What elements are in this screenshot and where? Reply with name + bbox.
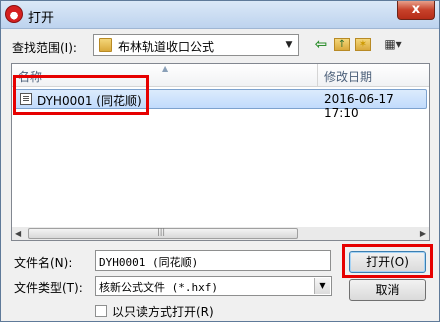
highlight-box-open bbox=[342, 244, 433, 278]
look-in-label: 查找范围(I): bbox=[12, 41, 77, 55]
readonly-label[interactable]: 以只读方式打开(R) bbox=[112, 303, 214, 320]
up-folder-icon[interactable]: ↑ bbox=[334, 38, 350, 51]
highlight-box-file bbox=[13, 75, 149, 115]
file-name-input[interactable]: DYH0001 (同花顺) bbox=[95, 250, 331, 271]
look-in-dropdown[interactable]: 布林轨道收口公式 ▼ bbox=[93, 34, 299, 56]
file-name-label: 文件名(N): bbox=[14, 256, 73, 270]
file-type-label: 文件类型(T): bbox=[14, 281, 83, 295]
new-folder-icon[interactable]: ✶ bbox=[355, 38, 371, 51]
open-file-dialog: 打开 x 查找范围(I): 布林轨道收口公式 ▼ ⇦ ↑ ✶ ▦▾ 名称 ▲ 修… bbox=[0, 0, 440, 322]
look-in-value: 布林轨道收口公式 bbox=[118, 40, 215, 54]
file-type-value: 核新公式文件 (*.hxf) bbox=[99, 281, 218, 294]
folder-icon bbox=[99, 38, 112, 52]
scroll-left-icon[interactable]: ◀ bbox=[15, 227, 21, 240]
readonly-checkbox[interactable] bbox=[95, 305, 107, 317]
horizontal-scrollbar[interactable]: ◀ ||| ▶ bbox=[12, 227, 429, 240]
column-header-modified[interactable]: 修改日期 bbox=[324, 68, 372, 85]
app-logo-icon bbox=[5, 5, 23, 23]
grip-icon: ||| bbox=[157, 227, 166, 236]
scroll-right-icon[interactable]: ▶ bbox=[420, 227, 426, 240]
file-modified-cell: 2016-06-17 17:10 bbox=[324, 92, 394, 120]
close-button[interactable]: x bbox=[397, 1, 435, 20]
chevron-down-icon[interactable]: ▼ bbox=[281, 36, 297, 54]
window-title: 打开 bbox=[28, 11, 55, 26]
column-divider[interactable] bbox=[317, 64, 318, 86]
views-menu-icon[interactable]: ▦▾ bbox=[378, 35, 408, 53]
back-icon[interactable]: ⇦ bbox=[313, 35, 329, 53]
title-bar[interactable]: 打开 x bbox=[1, 1, 439, 29]
file-type-dropdown[interactable]: 核新公式文件 (*.hxf) ▼ bbox=[95, 276, 332, 296]
cancel-button[interactable]: 取消 bbox=[349, 279, 426, 301]
chevron-down-icon[interactable]: ▼ bbox=[314, 278, 330, 294]
scroll-thumb[interactable]: ||| bbox=[28, 227, 298, 239]
sort-ascending-icon: ▲ bbox=[162, 64, 169, 73]
